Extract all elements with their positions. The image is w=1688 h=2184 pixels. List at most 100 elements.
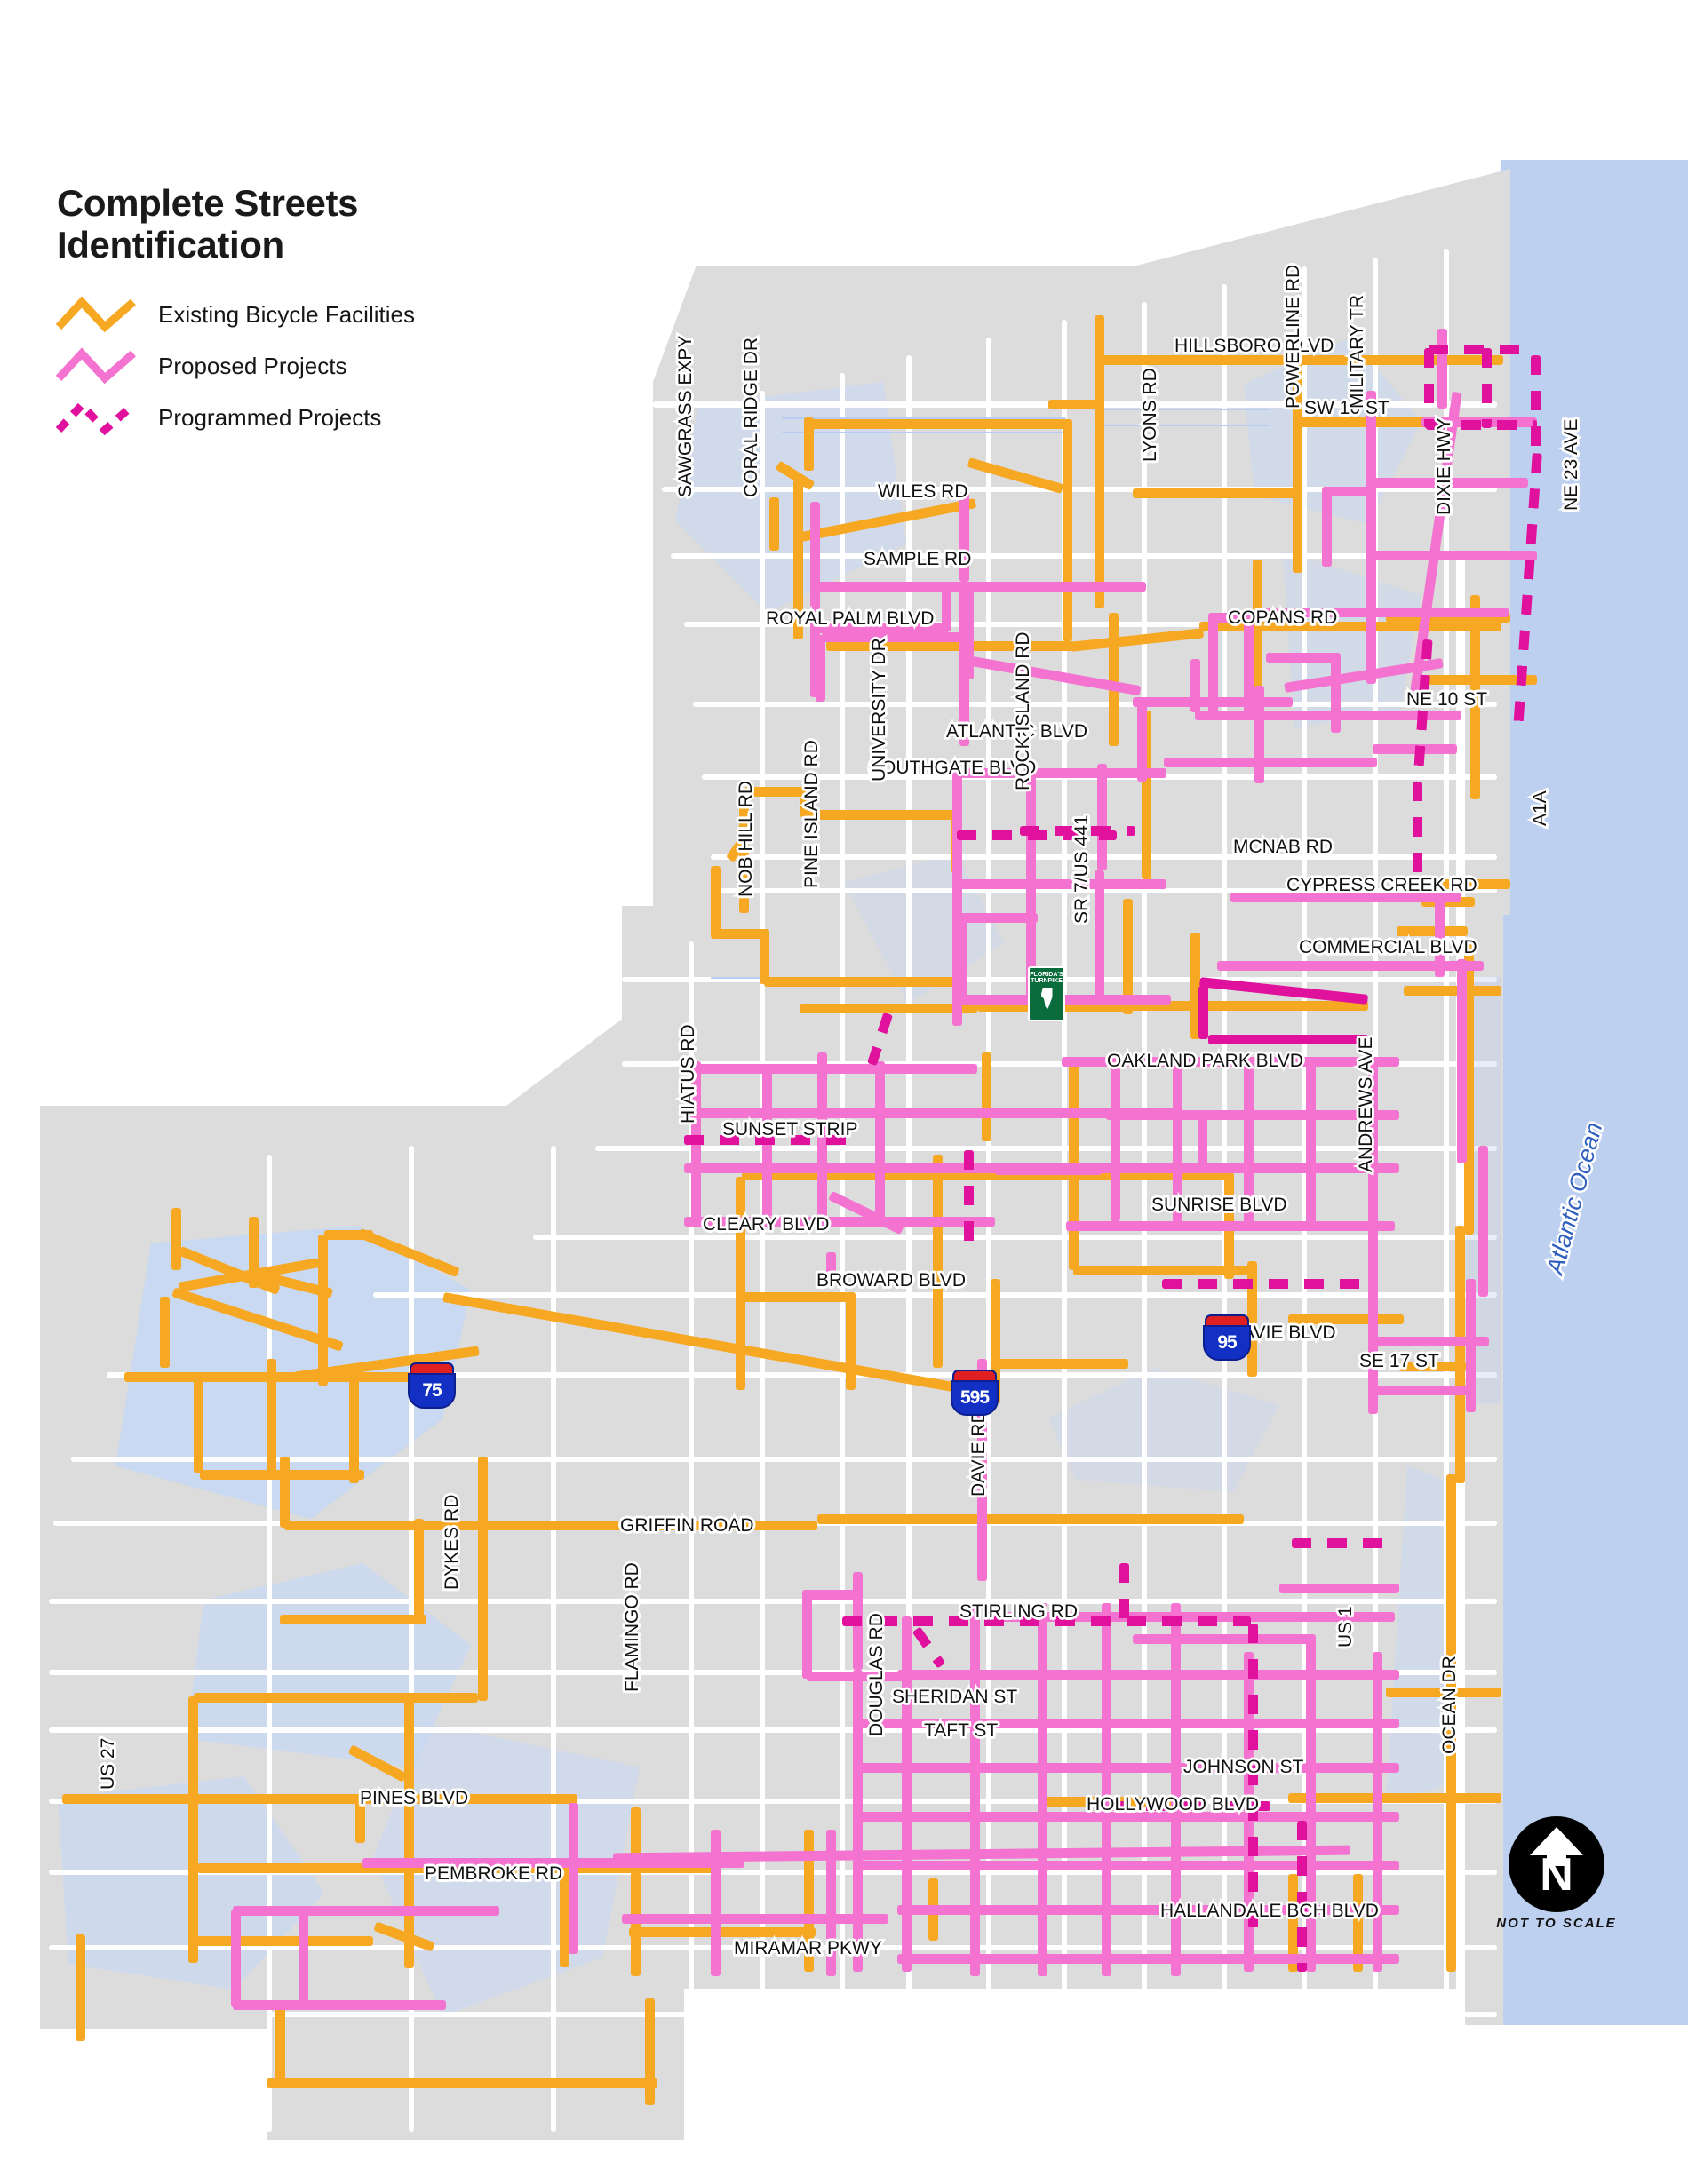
road-label-vertical: MILITARY TR [1345,293,1370,411]
existing-bike-facility [995,1359,1128,1369]
road-label-vertical: DYKES RD [440,1492,465,1592]
turnpike-line2: TURNPIKE [1031,978,1063,985]
existing-bike-facility [124,1372,453,1382]
proposed-project [804,1590,857,1600]
road-label-vertical: NOB HILL RD [734,778,759,899]
proposed-project [1095,870,1104,1004]
proposed-project [942,582,951,631]
shield-route-number: 75 [408,1373,456,1409]
zigzag-line-icon [55,346,137,385]
legend-item-existing: Existing Bicycle Facilities [55,289,553,340]
road-label-horizontal: COPANS RD [1225,606,1339,631]
legend-item-programmed: Programmed Projects [55,392,553,443]
road-label-vertical: US 1 [1334,1604,1358,1650]
existing-bike-facility [195,1936,373,1946]
interstate-shield-75: 75 [406,1361,458,1410]
existing-bike-facility [318,1235,328,1386]
existing-bike-facility [188,1696,198,1963]
road-label-horizontal: NE 10 ST [1404,687,1489,712]
programmed-project [964,1150,974,1257]
programmed-project [1208,1035,1368,1044]
existing-bike-facility [711,866,721,937]
existing-bike-facility [1109,613,1119,746]
existing-bike-facility [711,929,764,939]
road-label-horizontal: CLEARY BLVD [700,1212,831,1237]
proposed-project [1331,653,1341,733]
proposed-project [897,1670,1399,1680]
existing-bike-facility [811,419,1071,429]
proposed-project [1111,1057,1120,1221]
existing-bike-facility [826,641,1075,651]
road-label-horizontal: STIRLING RD [957,1600,1079,1624]
existing-bike-facility [267,1359,276,1474]
proposed-project [995,1165,1102,1175]
title-line-2: Identification [57,224,284,266]
north-arrow-icon: N [1509,1816,1604,1912]
road-label-vertical: DOUGLAS RD [864,1611,889,1739]
programmed-project [1531,355,1541,453]
existing-bike-facility [280,1615,426,1624]
road-label-horizontal: COMMERCIAL BLVD [1297,935,1480,960]
road-label-vertical: SR 7/US 441 [1070,813,1095,926]
interstate-shield-595: 595 [949,1368,1000,1418]
proposed-project [1322,487,1332,567]
road-label-vertical: PINE ISLAND RD [800,738,824,891]
proposed-project [1133,1634,1310,1644]
existing-bike-facility [933,1155,943,1368]
zigzag-line-icon [55,295,137,334]
programmed-project [1248,1624,1258,1934]
turnpike-line1: FLORIDA'S [1030,972,1063,978]
proposed-project [1266,653,1337,663]
existing-bike-facility [800,1004,977,1013]
proposed-project [1366,391,1376,684]
road-label-horizontal: SUNSET STRIP [720,1117,860,1142]
base-street-v [986,338,991,2043]
map-legend: Complete Streets Identification Existing… [55,182,553,443]
existing-bike-facility [804,810,959,820]
proposed-project [970,1603,980,1976]
proposed-project [807,1672,904,1681]
page-title: Complete Streets Identification [57,182,553,266]
road-label-horizontal: TAFT ST [921,1719,999,1743]
existing-bike-facility [1288,1793,1501,1803]
programmed-project [1119,1563,1129,1625]
base-street-v [409,1146,414,2132]
proposed-project [622,1914,888,1924]
proposed-project [233,1906,499,1916]
existing-bike-facility [267,2078,657,2088]
proposed-project [1457,959,1467,1163]
proposed-project [853,1763,1399,1773]
proposed-project [1306,1059,1316,1223]
road-label-vertical: POWERLINE RD [1281,262,1306,410]
programmed-project [1292,1538,1398,1548]
proposed-project [958,915,967,999]
programmed-project [1162,1279,1375,1289]
proposed-project [1373,551,1537,560]
existing-bike-facility [736,1177,745,1390]
existing-bike-facility [404,1693,414,1968]
road-label-horizontal: JOHNSON ST [1181,1755,1305,1780]
legend-item-proposed: Proposed Projects [55,340,553,392]
florida-state-outline-icon [1040,987,1053,1009]
road-label-horizontal: GRIFFIN ROAD [618,1513,756,1538]
proposed-project [299,1910,308,2007]
road-label-vertical: ROCK ISLAND RD [1011,630,1036,793]
proposed-project [233,2000,446,2010]
road-label-vertical: HIATUS RD [676,1022,701,1126]
existing-bike-facility [645,1998,655,2105]
north-letter: N [1540,1849,1573,1901]
parcel-line [782,432,1066,433]
existing-bike-facility [194,1693,478,1703]
proposed-project [1437,329,1447,409]
road-label-vertical: DIXIE HWY [1432,416,1457,518]
atlantic-ocean-water [1501,160,1688,2025]
base-street-h [267,2012,1497,2017]
compass-rose: N NOT TO SCALE [1494,1816,1619,1931]
existing-bike-facility [62,1794,577,1804]
proposed-project [684,1064,977,1074]
base-street-h [533,1235,1497,1240]
proposed-project [802,1590,812,1679]
proposed-project [822,632,964,642]
road-label-vertical: A1A [1528,789,1553,829]
existing-bike-facility [160,1297,170,1368]
